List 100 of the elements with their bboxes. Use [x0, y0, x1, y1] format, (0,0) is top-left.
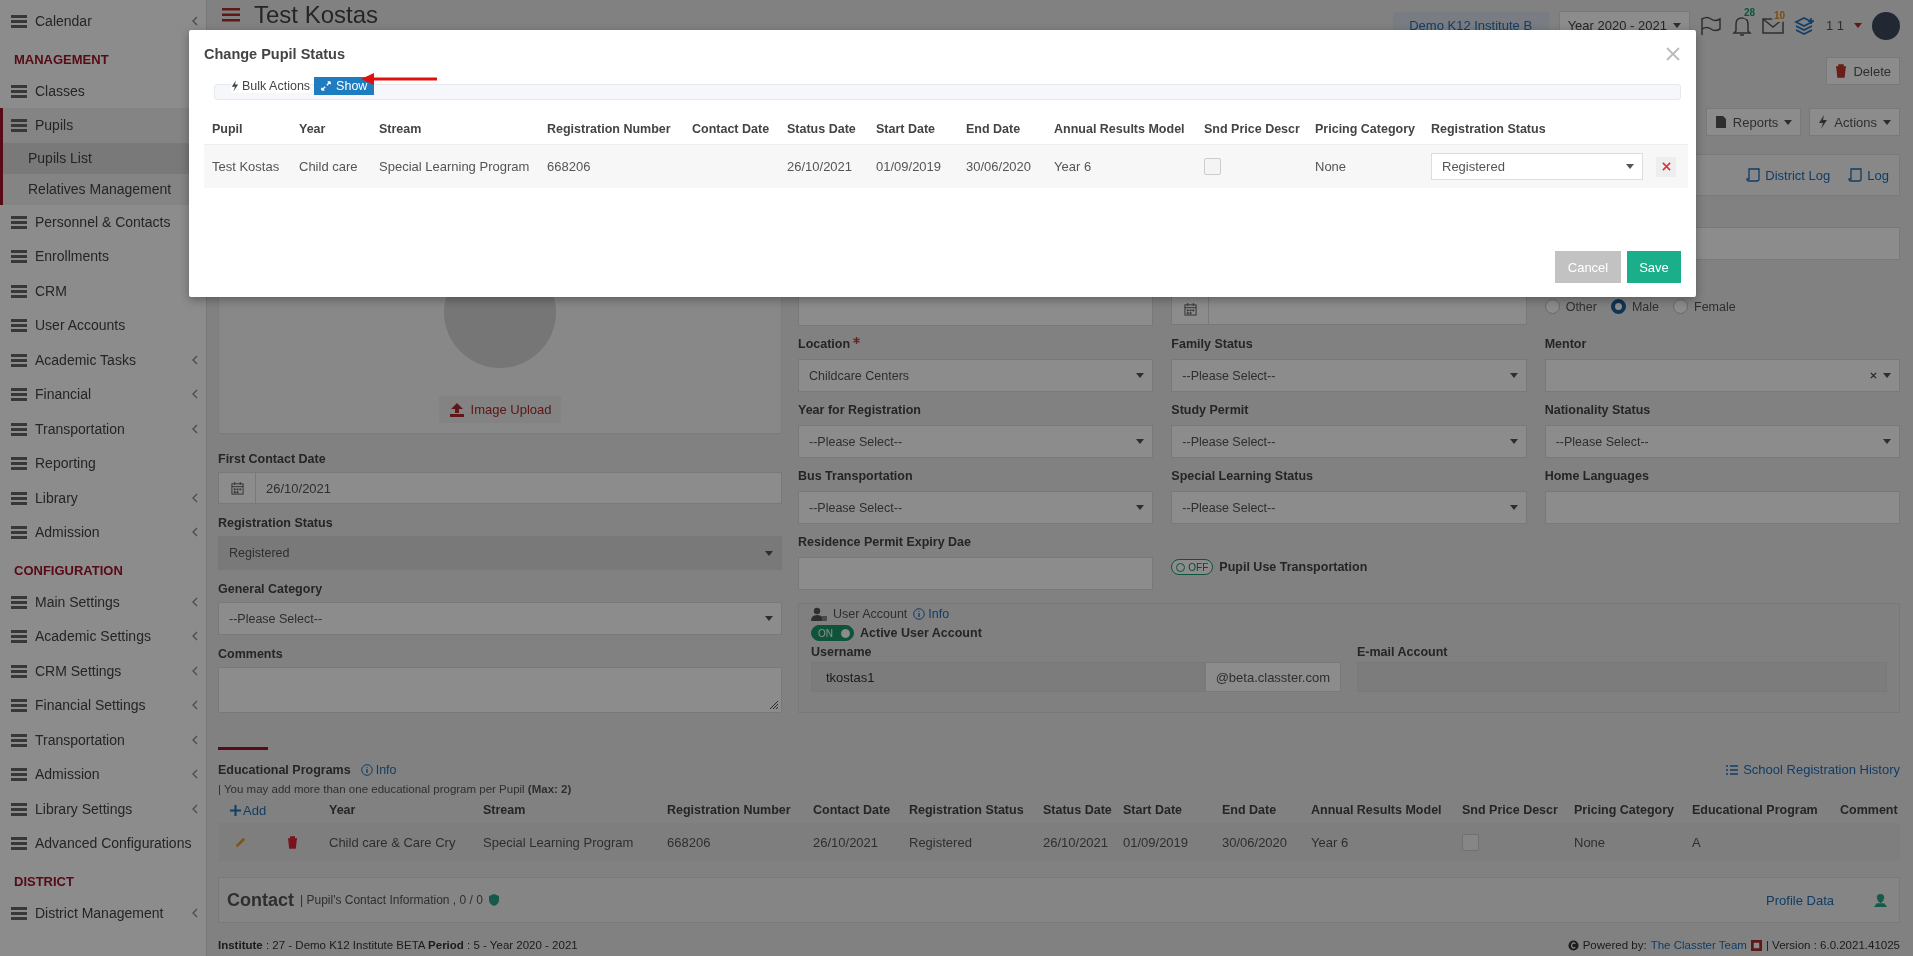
flag-icon[interactable]	[1699, 15, 1722, 36]
sidebar-item[interactable]: CRM Settings	[0, 653, 206, 688]
radio-button[interactable]: Other	[1544, 299, 1597, 314]
sidebar-item[interactable]: Advanced Configurations	[0, 826, 206, 861]
sidebar-item[interactable]: Transportation	[0, 722, 206, 757]
chevron-icon	[192, 700, 198, 711]
bell-icon[interactable]	[1731, 14, 1752, 37]
dropdown[interactable]: --Please Select--	[798, 491, 1154, 524]
sidebar-item[interactable]: District Management	[0, 895, 206, 930]
sidebar-item[interactable]: Admission	[0, 515, 206, 550]
sidebar-item[interactable]: Academic Settings	[0, 619, 206, 654]
sidebar-item[interactable]: Classes	[0, 73, 206, 108]
avatar[interactable]	[1872, 11, 1900, 40]
toggle-label: Active User Account	[860, 626, 982, 640]
image-upload-button[interactable]: Image Upload	[438, 396, 562, 423]
caret-icon	[1883, 373, 1891, 378]
sidebar-item[interactable]: Financial	[0, 377, 206, 412]
team-link[interactable]: The Classter Team	[1650, 939, 1747, 951]
add-button[interactable]: Add	[218, 802, 267, 818]
comments-field[interactable]	[218, 667, 782, 713]
chevron-icon	[192, 389, 198, 400]
info-link[interactable]: Info	[360, 762, 397, 777]
column-header: Status Date	[787, 122, 856, 136]
list-icon	[11, 283, 27, 298]
calendar-icon	[1183, 302, 1197, 316]
list-icon	[11, 456, 27, 471]
log-link[interactable]: Log	[1848, 167, 1889, 183]
lightning-icon	[231, 80, 239, 92]
table-cell: Special Learning Program	[379, 159, 530, 174]
close-icon	[1661, 162, 1671, 171]
dropdown[interactable]: --Please Select--	[218, 602, 782, 635]
sidebar-item[interactable]: Personnel & Contacts	[0, 204, 206, 239]
table-cell: 668206	[547, 159, 591, 174]
sidebar-item[interactable]: User Accounts	[0, 308, 206, 343]
column-header: Snd Price Descr	[1204, 122, 1300, 136]
column-header: Educational Program	[1692, 803, 1818, 817]
sidebar-item[interactable]: Library Settings	[0, 791, 206, 826]
list-icon	[11, 14, 27, 29]
powered-by-text: Powered by:	[1582, 939, 1647, 951]
save-button[interactable]: Save	[1627, 251, 1681, 283]
checkbox[interactable]	[1204, 158, 1221, 176]
sidebar-item[interactable]: Calendar	[0, 4, 206, 39]
plus-icon	[230, 804, 241, 816]
dropdown[interactable]: --Please Select--	[1171, 425, 1527, 458]
date-field[interactable]: 26/10/2021	[218, 472, 782, 504]
list-icon	[11, 387, 27, 402]
pencil-icon[interactable]	[234, 835, 247, 849]
list-icon	[11, 525, 27, 540]
sidebar-item[interactable]: Transportation	[0, 411, 206, 446]
list-icon	[11, 905, 27, 920]
section-heading: MANAGEMENT	[13, 50, 110, 69]
user-name[interactable]: 1 1	[1825, 18, 1844, 33]
menu-icon[interactable]	[222, 8, 240, 22]
sidebar-item[interactable]: Library	[0, 480, 206, 515]
caret-icon	[765, 616, 773, 621]
profile-data-link[interactable]: Profile Data	[1766, 892, 1834, 908]
actions-button[interactable]: Actions	[1809, 108, 1900, 136]
dropdown[interactable]: --Please Select--	[1171, 359, 1527, 392]
close-icon[interactable]	[1666, 47, 1680, 61]
toggle-label: Pupil Use Transportation	[1219, 560, 1368, 574]
reports-button[interactable]: Reports	[1705, 108, 1802, 136]
dropdown[interactable]: --Please Select--	[1171, 491, 1527, 524]
sidebar-item[interactable]: Academic Tasks	[0, 342, 206, 377]
toggle-switch[interactable]: ON	[811, 625, 854, 641]
caret-icon[interactable]	[1854, 23, 1862, 28]
sidebar-item[interactable]: Reporting	[0, 446, 206, 481]
sidebar-item[interactable]: Admission	[0, 757, 206, 792]
list-icon	[11, 629, 27, 644]
field-label: Username	[811, 645, 873, 659]
toggle-switch[interactable]: OFF	[1171, 559, 1214, 575]
layers-icon[interactable]	[1793, 16, 1816, 35]
show-button[interactable]: Show	[314, 77, 375, 95]
info-link[interactable]: Info	[913, 607, 950, 621]
sidebar-item[interactable]: Enrollments	[0, 239, 206, 274]
map-pin-icon[interactable]	[1874, 893, 1887, 907]
dropdown[interactable]: --Please Select--	[798, 425, 1154, 458]
clear-icon[interactable]	[1870, 372, 1877, 379]
dropdown[interactable]: --Please Select--	[1544, 425, 1900, 458]
remove-button[interactable]	[1656, 156, 1676, 177]
table-cell: Year 6	[1311, 834, 1349, 850]
history-link[interactable]: School Registration History	[1726, 762, 1900, 777]
chevron-icon	[192, 665, 198, 676]
section-heading: DISTRICT	[13, 872, 75, 891]
trash-icon[interactable]	[287, 835, 298, 849]
column-header: Annual Results Model	[1311, 803, 1442, 817]
radio-button[interactable]: Female	[1673, 299, 1736, 314]
sidebar-item[interactable]: Main Settings	[0, 584, 206, 619]
domain-suffix: @beta.classter.com	[1204, 662, 1341, 692]
status-dropdown[interactable]: Registered	[1431, 153, 1643, 180]
sidebar-item[interactable]: Financial Settings	[0, 688, 206, 723]
chevron-icon	[192, 16, 198, 27]
calendar-icon	[230, 481, 244, 495]
sidebar-item[interactable]: CRM	[0, 273, 206, 308]
column-header: Status Date	[1043, 803, 1112, 817]
username-field[interactable]: tkostas1	[811, 662, 1205, 692]
district-log-link[interactable]: District Log	[1746, 167, 1831, 183]
dropdown[interactable]: Childcare Centers	[798, 359, 1154, 392]
expand-arrows-icon	[321, 81, 332, 91]
delete-button[interactable]: Delete	[1826, 57, 1900, 85]
upload-icon	[448, 402, 465, 417]
